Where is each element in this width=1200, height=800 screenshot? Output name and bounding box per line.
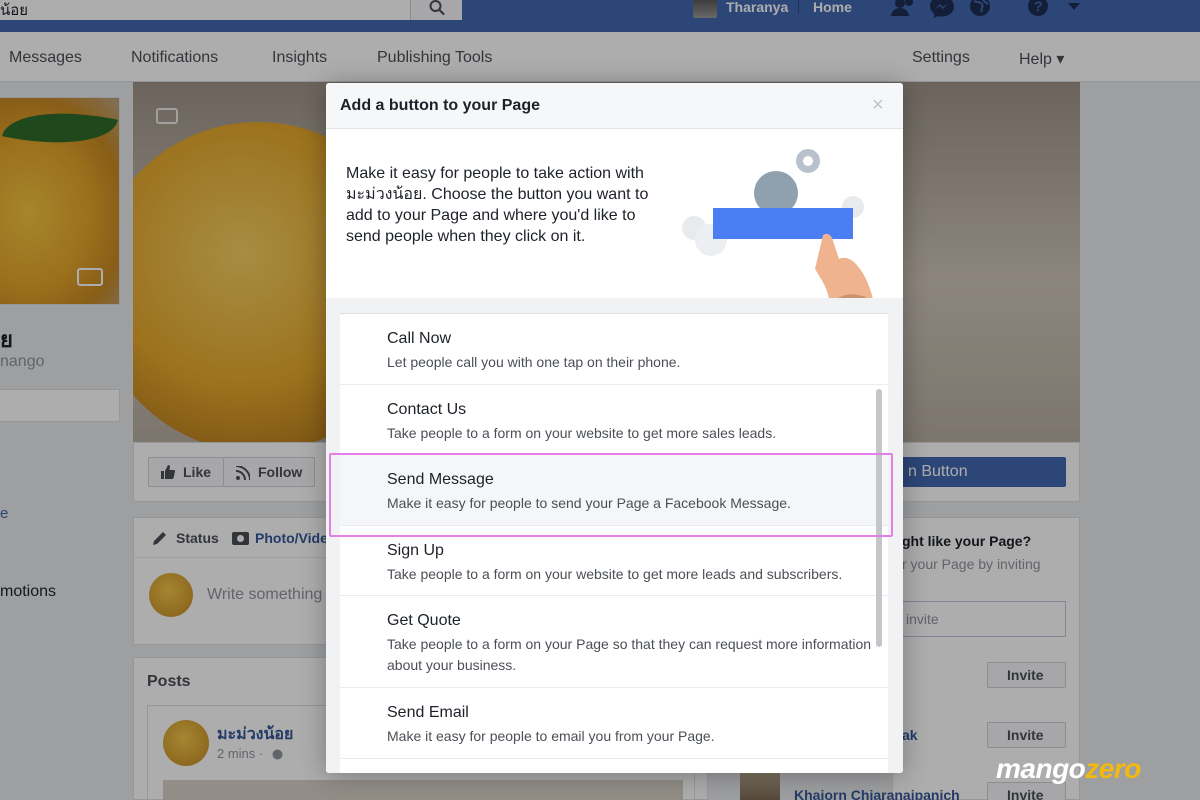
send-message-highlight-box (329, 453, 893, 537)
option-title: Send Email (387, 704, 469, 721)
gear-icon (796, 149, 820, 173)
watermark-accent: zero (1085, 753, 1141, 784)
button-setup-illustration (682, 149, 873, 299)
option-description: Take people to a form on your website to… (387, 566, 843, 582)
option-title: Sign Up (387, 542, 444, 559)
option-title: Contact Us (387, 401, 467, 418)
option-get-quote[interactable]: Get Quote Take people to a form on your … (340, 596, 888, 688)
option-title: Get Quote (387, 612, 461, 629)
option-description: Make it easy for people to email you fro… (387, 728, 715, 744)
option-description: Let people call you with one tap on thei… (387, 354, 681, 370)
option-call-now[interactable]: Call Now Let people call you with one ta… (340, 314, 888, 385)
dialog-title: Add a button to your Page (340, 97, 540, 114)
option-description: Take people to a form on your website to… (387, 425, 777, 441)
option-description: Take people to a form on your Page so th… (387, 636, 872, 673)
option-title: Call Now (387, 330, 452, 347)
button-options-list: Call Now Let people call you with one ta… (340, 313, 888, 773)
watermark-main: mango (996, 753, 1086, 784)
dialog-header: Add a button to your Page × (326, 83, 903, 129)
close-icon[interactable]: × (872, 94, 884, 117)
mango-zero-watermark: mangozero (996, 753, 1141, 785)
option-contact-us[interactable]: Contact Us Take people to a form on your… (340, 385, 888, 455)
option-send-email[interactable]: Send Email Make it easy for people to em… (340, 688, 888, 759)
add-button-dialog: Add a button to your Page × Make it easy… (326, 83, 903, 773)
dialog-intro-text: Make it easy for people to take action w… (346, 165, 649, 245)
